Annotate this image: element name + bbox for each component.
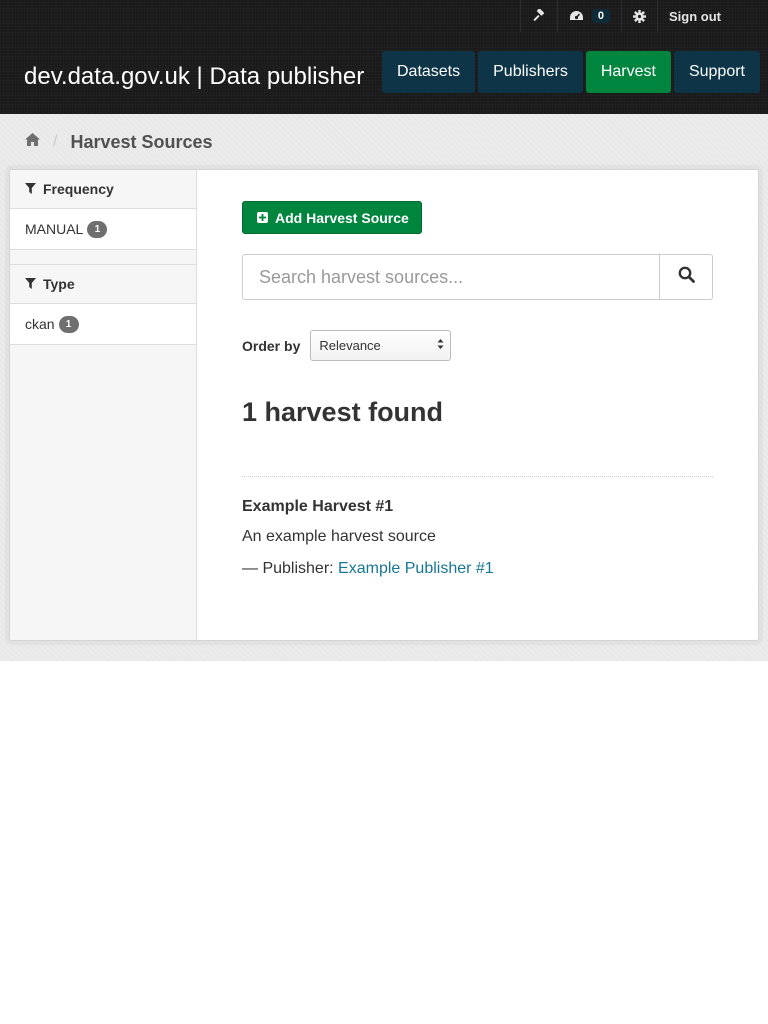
gear-icon [633,9,646,23]
facet-title: Frequency [43,181,114,197]
main-nav: Datasets Publishers Harvest Support [381,51,760,93]
facet-count-badge: 1 [87,220,108,238]
dashboard-icon [569,10,584,22]
publisher-link[interactable]: Example Publisher #1 [338,560,494,577]
results-heading: 1 harvest found [242,397,444,427]
facet-heading-type: Type [10,265,196,304]
masthead: 0 Sign out dev.data.gov.uk | Data publis… [0,0,768,114]
facet-item-label: MANUAL [25,221,84,237]
facet-sidebar: Frequency MANUAL 1 Type ckan 1 [10,170,197,640]
plus-square-icon [257,210,275,226]
search-icon [678,266,695,288]
search-form: Search harvest sources... [242,254,713,300]
order-by-select[interactable]: Relevance [310,330,452,361]
select-arrows-icon [437,338,444,353]
harvest-result-description: An example harvest source [242,528,436,545]
nav-datasets[interactable]: Datasets [381,51,476,93]
content-wrapper: Frequency MANUAL 1 Type ckan 1 Add Harve… [9,169,759,641]
breadcrumb-separator: / [53,133,58,150]
facet-item-manual[interactable]: MANUAL 1 [10,209,196,250]
facet-spacer [10,250,196,265]
facet-item-label: ckan [25,316,55,332]
facet-title: Type [43,276,75,292]
dashboard-count-badge: 0 [591,9,610,23]
order-by-row: Order by Relevance [242,330,452,361]
page-band: / Harvest Sources Frequency MANUAL 1 Typ… [0,114,768,661]
sysadmin-link[interactable] [519,0,557,32]
settings-link[interactable] [621,0,657,32]
breadcrumb-harvest-sources[interactable]: Harvest Sources [70,132,212,153]
nav-support[interactable]: Support [673,51,760,93]
add-harvest-source-label: Add Harvest Source [275,209,409,226]
facet-count-badge: 1 [58,315,79,333]
home-icon[interactable] [24,132,41,152]
site-brand[interactable]: dev.data.gov.uk | Data publisher [24,62,364,92]
filter-icon [25,181,43,197]
results-divider [242,476,713,477]
harvest-result-publisher: — Publisher: Example Publisher #1 [242,560,494,578]
publisher-prefix: — Publisher: [242,560,339,577]
facet-heading-frequency: Frequency [10,170,196,209]
add-harvest-source-button[interactable]: Add Harvest Source [242,201,422,234]
search-submit-button[interactable] [659,254,713,300]
search-input[interactable]: Search harvest sources... [242,254,659,300]
filter-icon [25,276,43,292]
nav-publishers[interactable]: Publishers [478,51,583,93]
gavel-icon [532,9,546,23]
facet-item-ckan[interactable]: ckan 1 [10,304,196,345]
breadcrumb: / Harvest Sources [24,132,213,152]
order-by-value: Relevance [319,338,381,353]
order-by-label: Order by [242,337,301,354]
account-masthead: 0 Sign out [519,0,768,32]
harvest-result-title[interactable]: Example Harvest #1 [242,498,393,516]
sign-out-link[interactable]: Sign out [657,0,768,32]
nav-harvest[interactable]: Harvest [585,51,671,93]
dashboard-link[interactable]: 0 [556,0,621,32]
